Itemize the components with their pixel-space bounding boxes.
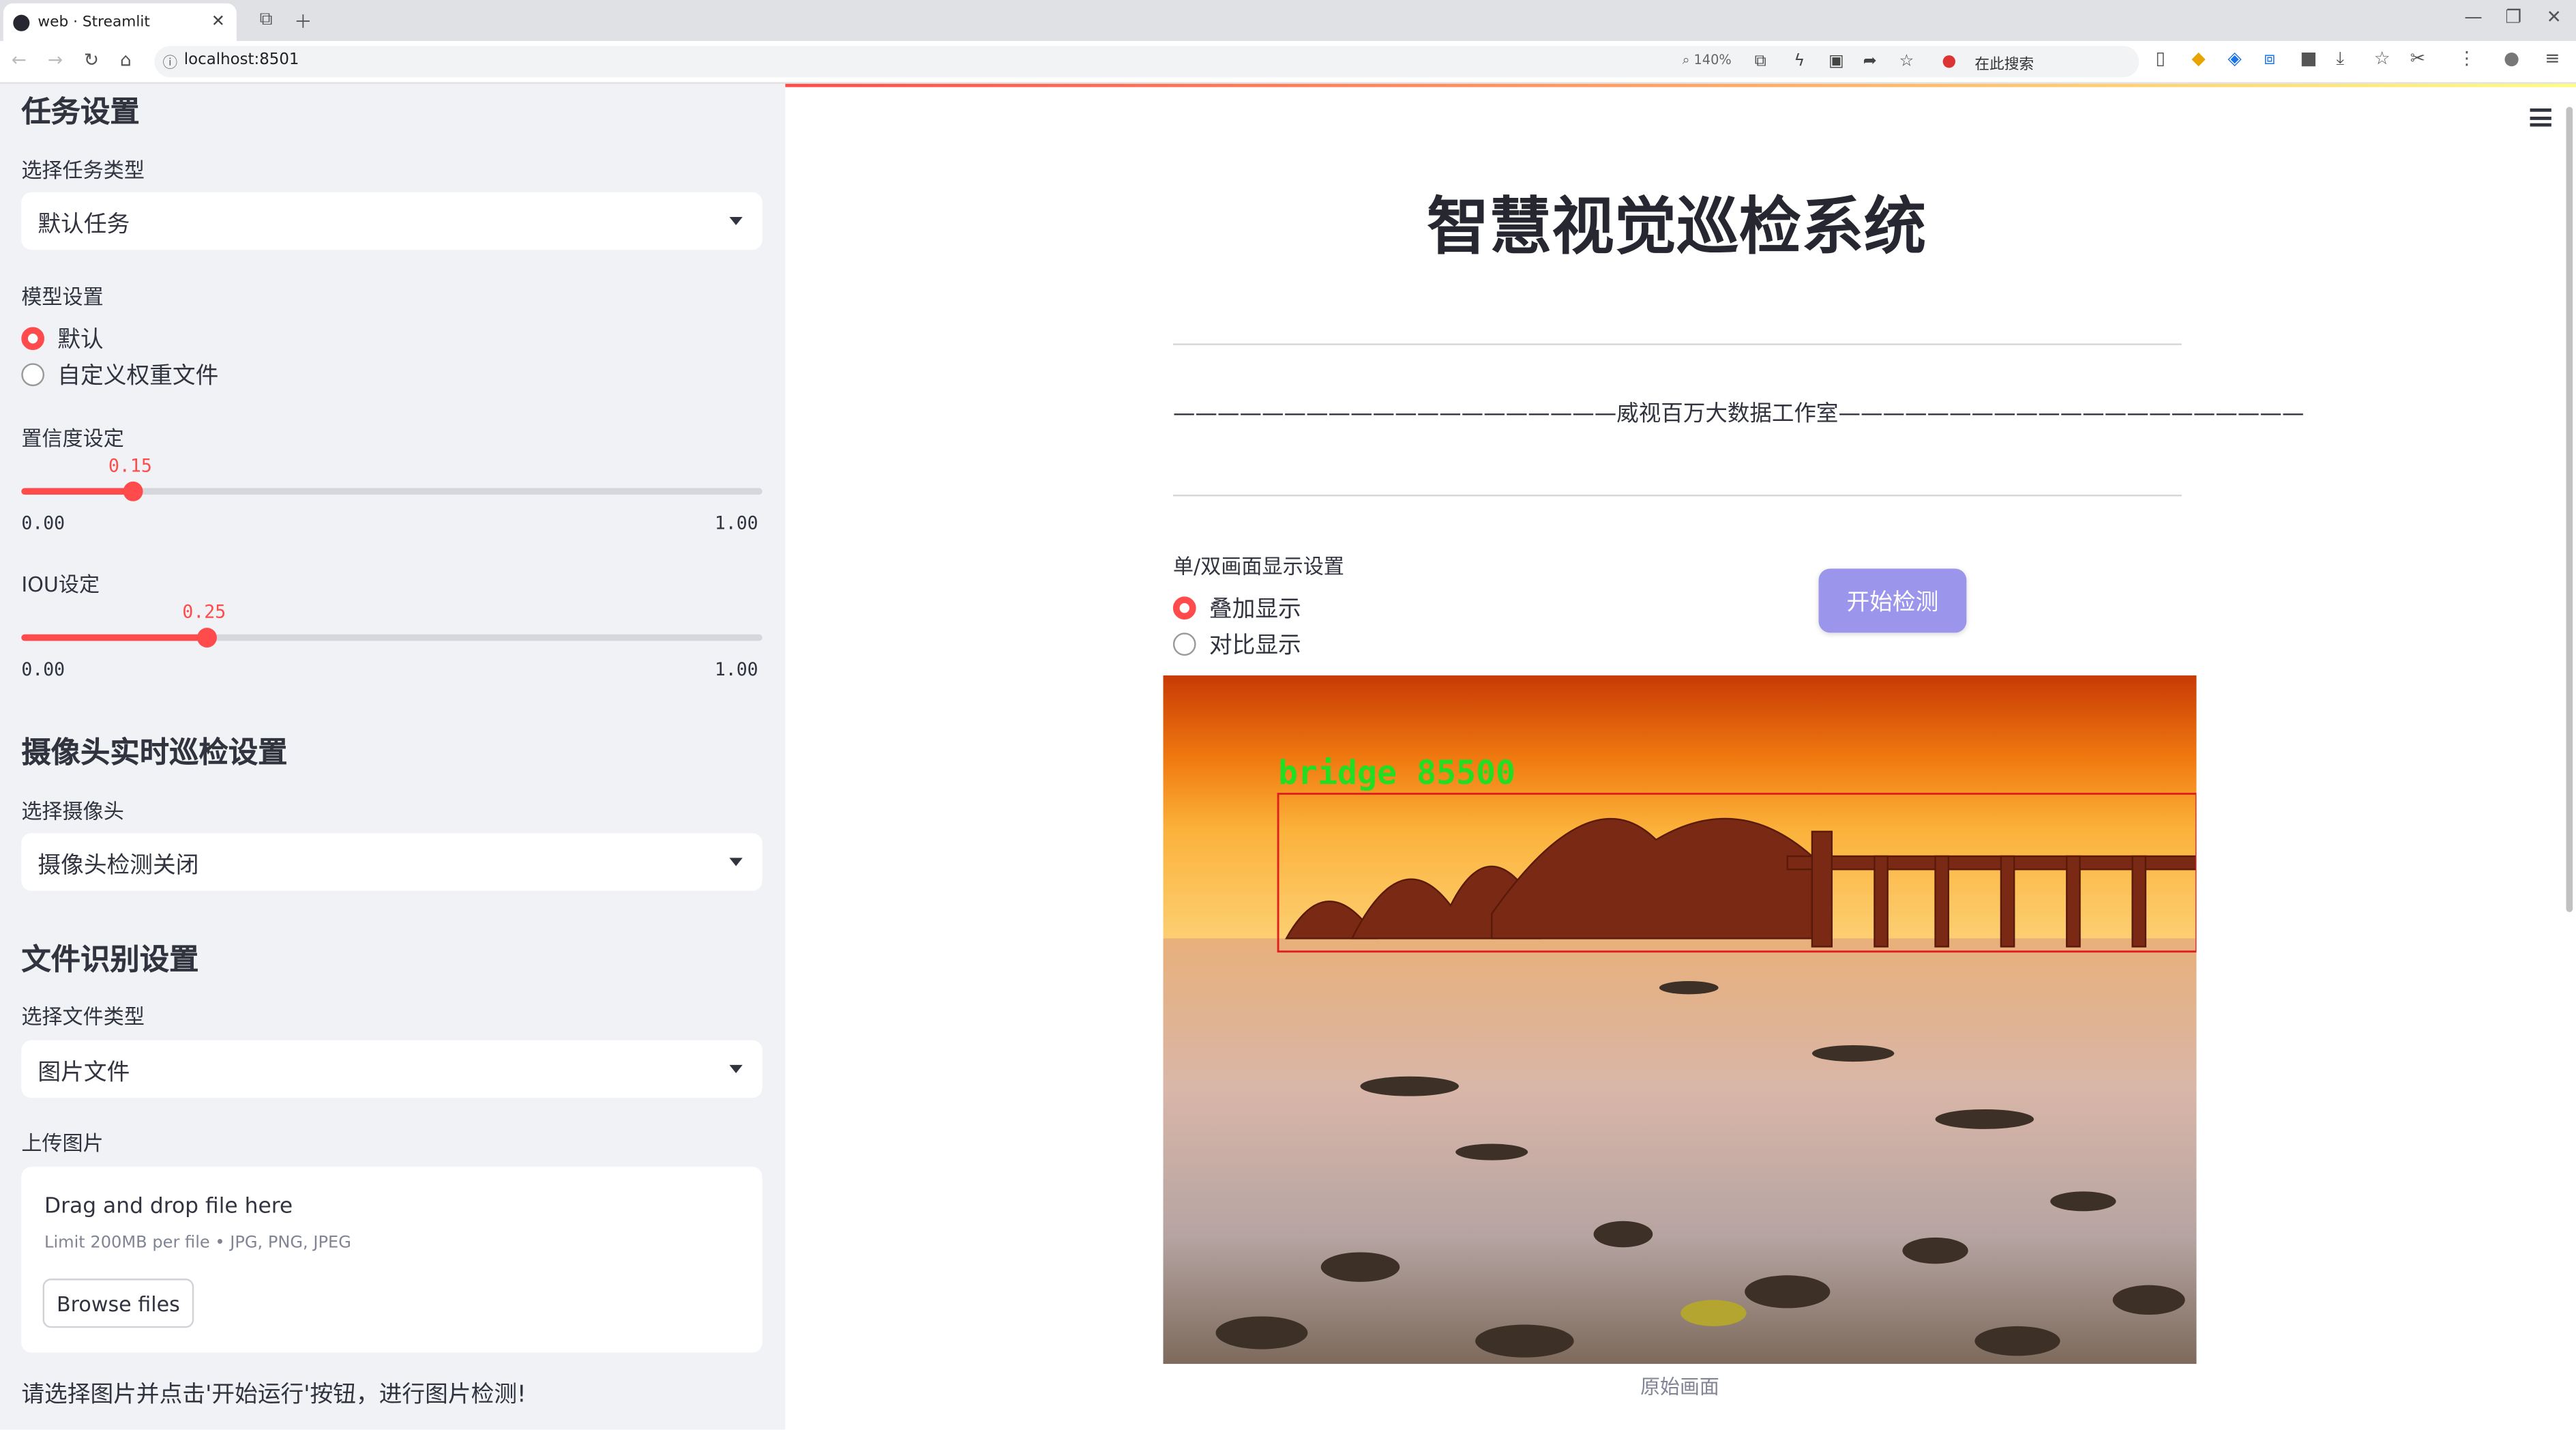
detection-label: bridge 85500 bbox=[1278, 754, 1515, 792]
main-content: 智慧视觉巡检系统 ————————————————————威视百万大数据工作室—… bbox=[785, 83, 2576, 1430]
favorites-icon[interactable]: ☆ bbox=[2374, 48, 2390, 69]
confidence-value: 0.15 bbox=[108, 455, 152, 477]
tab-group-icon[interactable]: ⧉ bbox=[260, 8, 273, 31]
display-option-label: 对比显示 bbox=[1209, 632, 1301, 659]
reload-icon[interactable]: ↻ bbox=[84, 49, 99, 70]
search-box-text[interactable]: 在此搜索 bbox=[1974, 53, 2034, 74]
url-text: localhost:8501 bbox=[183, 50, 299, 70]
extension-icon[interactable]: ⧈ bbox=[2264, 48, 2275, 71]
lightning-icon[interactable]: ϟ bbox=[1794, 53, 1805, 70]
cut-icon[interactable]: ✂ bbox=[2410, 48, 2425, 69]
display-mode-label: 单/双画面显示设置 bbox=[1172, 553, 1344, 579]
page-subtitle: ————————————————————威视百万大数据工作室——————————… bbox=[1172, 400, 2305, 428]
file-type-value: 图片文件 bbox=[38, 1060, 130, 1087]
sidebar-hint: 请选择图片并点击'开始运行'按钮，进行图片检测! bbox=[21, 1382, 527, 1409]
avatar[interactable]: ● bbox=[2504, 48, 2519, 69]
dropzone-title: Drag and drop file here bbox=[44, 1195, 293, 1220]
camera-select[interactable]: 摄像头检测关闭 bbox=[21, 833, 763, 891]
confidence-slider-thumb[interactable] bbox=[123, 481, 143, 501]
iou-slider-thumb[interactable] bbox=[197, 628, 217, 648]
model-option-label: 默认 bbox=[57, 327, 104, 353]
chevron-down-icon bbox=[729, 216, 743, 226]
divider bbox=[1172, 495, 2182, 497]
confidence-min: 0.00 bbox=[21, 512, 65, 534]
confidence-max: 1.00 bbox=[714, 512, 758, 534]
header-decoration bbox=[785, 83, 2576, 87]
more-menu-icon[interactable]: ⋮ bbox=[2458, 48, 2476, 69]
model-settings-label: 模型设置 bbox=[21, 284, 104, 309]
task-type-select[interactable]: 默认任务 bbox=[21, 192, 763, 250]
screenshot-icon[interactable]: ▣ bbox=[1829, 53, 1844, 70]
camera-settings-header: 摄像头实时巡检设置 bbox=[21, 736, 288, 771]
iou-value: 0.25 bbox=[182, 601, 226, 623]
slider-fill bbox=[21, 634, 207, 641]
iou-max: 1.00 bbox=[714, 658, 758, 681]
chevron-down-icon bbox=[729, 1064, 743, 1073]
phone-icon[interactable]: ▯ bbox=[2155, 48, 2165, 69]
upload-label: 上传图片 bbox=[21, 1130, 104, 1156]
model-option-label: 自定义权重文件 bbox=[57, 363, 219, 390]
display-option-label: 叠加显示 bbox=[1209, 596, 1301, 623]
file-settings-header: 文件识别设置 bbox=[21, 943, 199, 978]
model-option-custom[interactable]: 自定义权重文件 bbox=[21, 358, 218, 391]
page-title: 智慧视觉巡检系统 bbox=[1427, 190, 1927, 263]
zoom-indicator[interactable]: ⌕ 140% bbox=[1683, 53, 1732, 69]
iou-label: IOU设定 bbox=[21, 572, 100, 597]
search-engine-icon[interactable]: ● bbox=[1942, 53, 1956, 70]
home-icon[interactable]: ⌂ bbox=[120, 49, 132, 70]
task-type-value: 默认任务 bbox=[38, 211, 130, 239]
close-tab-icon[interactable]: ✕ bbox=[211, 13, 225, 31]
url-field[interactable]: ⓘ localhost:8501 ⌕ 140% ⧉ ϟ ▣ ➦ ☆ ● 在此搜索 bbox=[154, 46, 2140, 78]
confidence-label: 置信度设定 bbox=[21, 425, 124, 451]
iou-slider[interactable] bbox=[21, 628, 763, 648]
detection-image: bridge 85500 bbox=[1163, 675, 2197, 1365]
bridge-photo: bridge 85500 bbox=[1163, 675, 2197, 1365]
bookmark-star-icon[interactable]: ☆ bbox=[1899, 53, 1914, 70]
translate-icon[interactable]: ⧉ bbox=[1755, 53, 1766, 70]
back-icon[interactable]: ← bbox=[12, 49, 27, 70]
iou-min: 0.00 bbox=[21, 658, 65, 681]
chevron-down-icon bbox=[729, 858, 743, 866]
start-detection-button[interactable]: 开始检测 bbox=[1818, 568, 1967, 633]
browser-tab-bar: web · Streamlit ✕ ⧉ ＋ — ❐ ✕ bbox=[0, 0, 2576, 42]
camera-select-value: 摄像头检测关闭 bbox=[38, 853, 199, 879]
divider bbox=[1172, 343, 2182, 345]
address-bar-row: ← → ↻ ⌂ ⓘ localhost:8501 ⌕ 140% ⧉ ϟ ▣ ➦ … bbox=[0, 41, 2576, 84]
extension-icon[interactable]: ◆ bbox=[2191, 48, 2205, 69]
task-type-label: 选择任务类型 bbox=[21, 158, 145, 183]
extension-icon[interactable]: ■ bbox=[2300, 48, 2317, 69]
extension-icon[interactable]: ◈ bbox=[2227, 48, 2241, 69]
main-menu-icon[interactable] bbox=[2530, 108, 2551, 131]
minimize-icon[interactable]: — bbox=[2464, 7, 2482, 28]
site-info-icon[interactable]: ⓘ bbox=[162, 51, 177, 72]
new-tab-icon[interactable]: ＋ bbox=[294, 8, 312, 35]
model-option-default[interactable]: 默认 bbox=[21, 322, 104, 355]
display-option-compare[interactable]: 对比显示 bbox=[1172, 628, 1301, 660]
zoom-level: 140% bbox=[1693, 53, 1732, 68]
file-dropzone[interactable]: Drag and drop file here Limit 200MB per … bbox=[21, 1167, 763, 1353]
slider-fill bbox=[21, 488, 134, 495]
confidence-slider[interactable] bbox=[21, 481, 763, 501]
file-type-select[interactable]: 图片文件 bbox=[21, 1040, 763, 1098]
tab-title: web · Streamlit bbox=[38, 14, 150, 31]
task-settings-header: 任务设置 bbox=[21, 95, 140, 130]
close-window-icon[interactable]: ✕ bbox=[2547, 7, 2562, 28]
radio-selected-icon[interactable] bbox=[21, 327, 45, 351]
image-caption: 原始画面 bbox=[1640, 1375, 1719, 1399]
radio-unselected-icon[interactable] bbox=[1172, 632, 1196, 656]
browser-tab[interactable]: web · Streamlit ✕ bbox=[3, 3, 237, 42]
streamlit-favicon-icon bbox=[13, 14, 30, 31]
forward-icon[interactable]: → bbox=[48, 49, 63, 70]
share-icon[interactable]: ➦ bbox=[1863, 53, 1877, 70]
restore-icon[interactable]: ❐ bbox=[2505, 7, 2521, 28]
radio-selected-icon[interactable] bbox=[1172, 596, 1196, 620]
dropzone-limit: Limit 200MB per file • JPG, PNG, JPEG bbox=[44, 1234, 351, 1253]
download-icon[interactable]: ⤓ bbox=[2336, 48, 2344, 71]
file-type-label: 选择文件类型 bbox=[21, 1004, 145, 1029]
camera-select-label: 选择摄像头 bbox=[21, 798, 124, 823]
browse-files-button[interactable]: Browse files bbox=[42, 1279, 194, 1328]
display-option-overlay[interactable]: 叠加显示 bbox=[1172, 592, 1301, 624]
browser-menu-icon[interactable]: ≡ bbox=[2545, 48, 2560, 69]
radio-unselected-icon[interactable] bbox=[21, 363, 45, 387]
